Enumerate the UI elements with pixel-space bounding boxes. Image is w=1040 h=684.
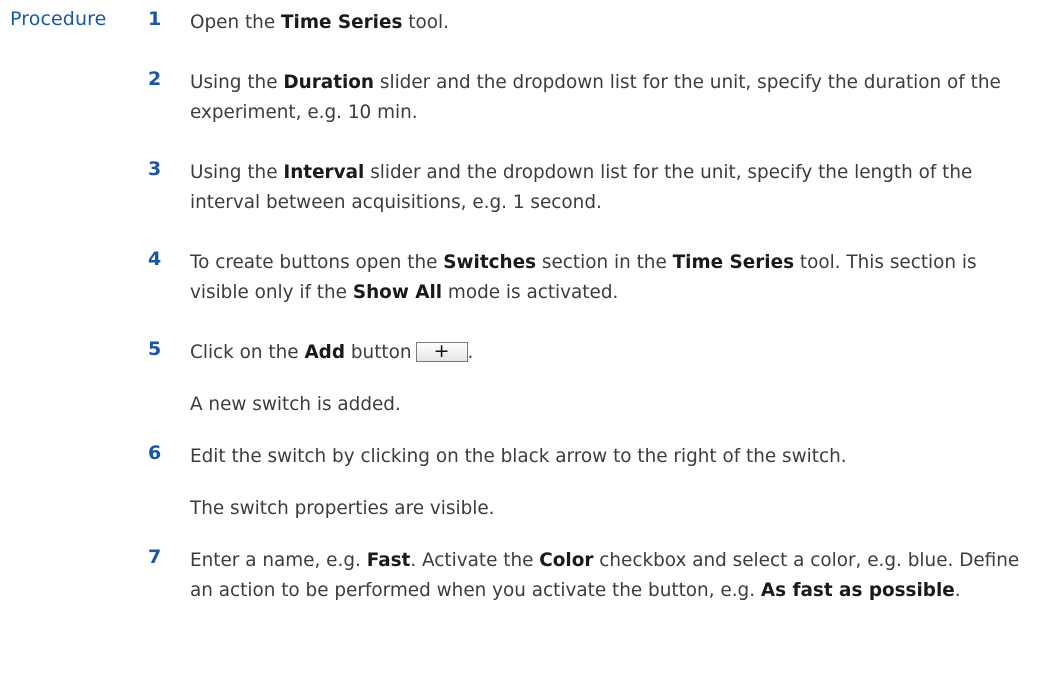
step-text: Enter a name, e.g. Fast. Activate the Co… — [190, 550, 1020, 601]
step-text: Click on the Add button +. — [190, 340, 474, 363]
step-text: Using the Duration slider and the dropdo… — [190, 72, 1001, 123]
step-number: 3 — [148, 158, 162, 180]
add-button[interactable]: + — [415, 340, 468, 362]
step-number: 1 — [148, 8, 162, 30]
step-text: Using the Interval slider and the dropdo… — [190, 162, 973, 213]
step-text: Edit the switch by clicking on the black… — [190, 446, 847, 467]
step-number: 2 — [148, 68, 162, 90]
step-number: 7 — [148, 546, 162, 568]
step-5-result: A new switch is added. — [190, 394, 401, 415]
plus-icon: + — [433, 340, 450, 362]
step-number: 4 — [148, 248, 162, 270]
procedure-heading: Procedure — [10, 8, 107, 30]
step-number: 5 — [148, 338, 162, 360]
step-number: 6 — [148, 442, 162, 464]
step-text: Open the Time Series tool. — [190, 12, 449, 33]
step-6-result: The switch properties are visible. — [190, 498, 495, 519]
step-text: To create buttons open the Switches sect… — [190, 252, 977, 303]
